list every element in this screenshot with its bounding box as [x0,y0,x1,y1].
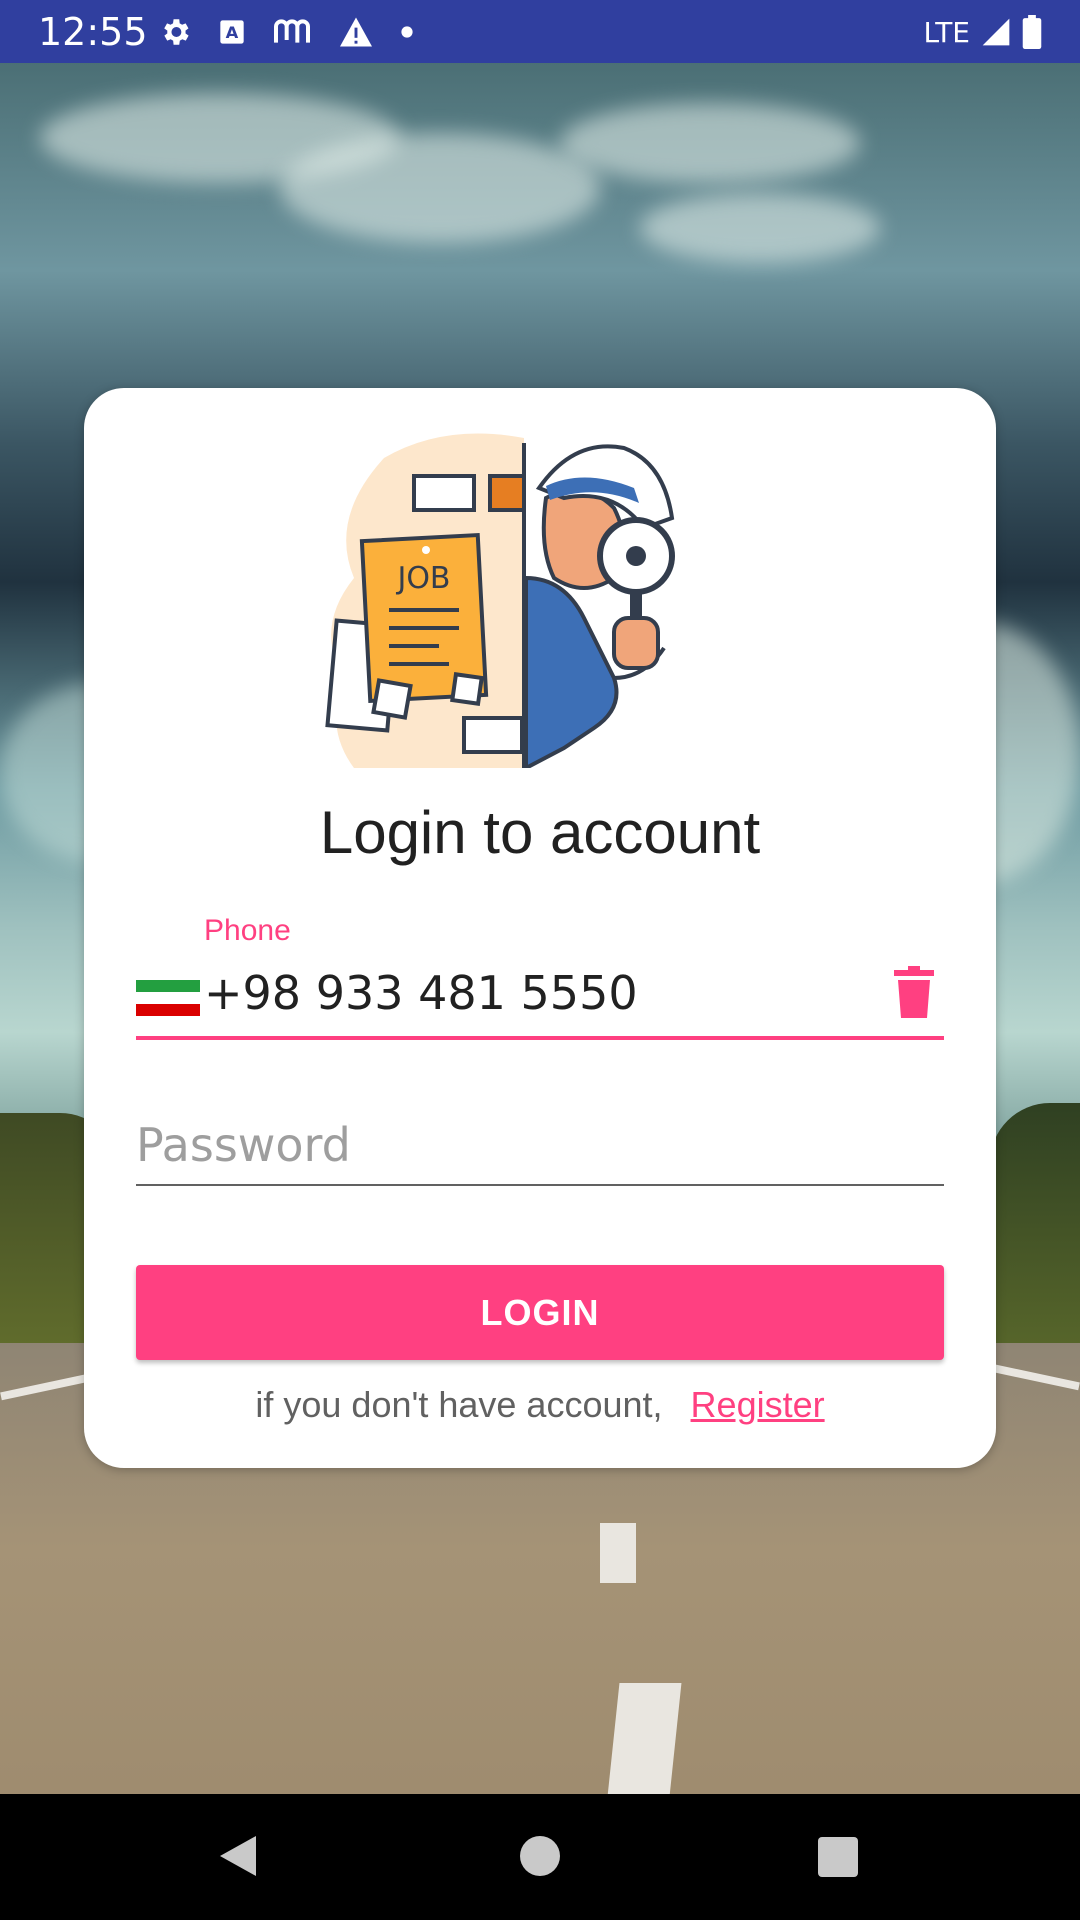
warning-icon [340,17,372,47]
home-icon[interactable] [520,1836,560,1876]
battery-icon [1022,15,1042,49]
m-app-icon [274,19,310,43]
password-underline [136,1184,944,1186]
trash-icon[interactable] [894,966,934,1018]
phone-label: Phone [204,914,291,947]
phone-input[interactable]: +98 933 481 5550 [204,966,638,1020]
phone-underline [136,1036,944,1040]
register-prompt: if you don't have account, [255,1384,663,1425]
login-card: JOB Login to account Phone +98 933 481 5… [84,388,996,1468]
status-bar: 12:55 A LTE [0,0,1080,63]
svg-text:A: A [226,23,239,42]
phone-field[interactable]: +98 933 481 5550 [136,966,944,1026]
recent-apps-icon[interactable] [818,1837,858,1877]
status-time: 12:55 [38,10,148,54]
register-link[interactable]: Register [691,1384,825,1425]
status-icons-right: LTE [923,14,1042,50]
keyboard-a-icon: A [220,20,244,44]
iran-flag-icon[interactable] [136,980,200,1016]
page-title: Login to account [319,799,761,866]
dot-icon [401,26,413,38]
network-type: LTE [923,15,970,49]
job-search-illustration: JOB [325,433,675,768]
status-icons-left: A [158,14,414,50]
gear-icon [164,19,189,45]
signal-icon [982,18,1010,46]
back-icon[interactable] [218,1834,258,1878]
login-button[interactable]: LOGIN [136,1265,944,1360]
navigation-bar [0,1794,1080,1920]
register-row: if you don't have account, Register [84,1384,996,1426]
job-text: JOB [395,561,450,596]
password-field[interactable]: Password [136,1118,351,1172]
